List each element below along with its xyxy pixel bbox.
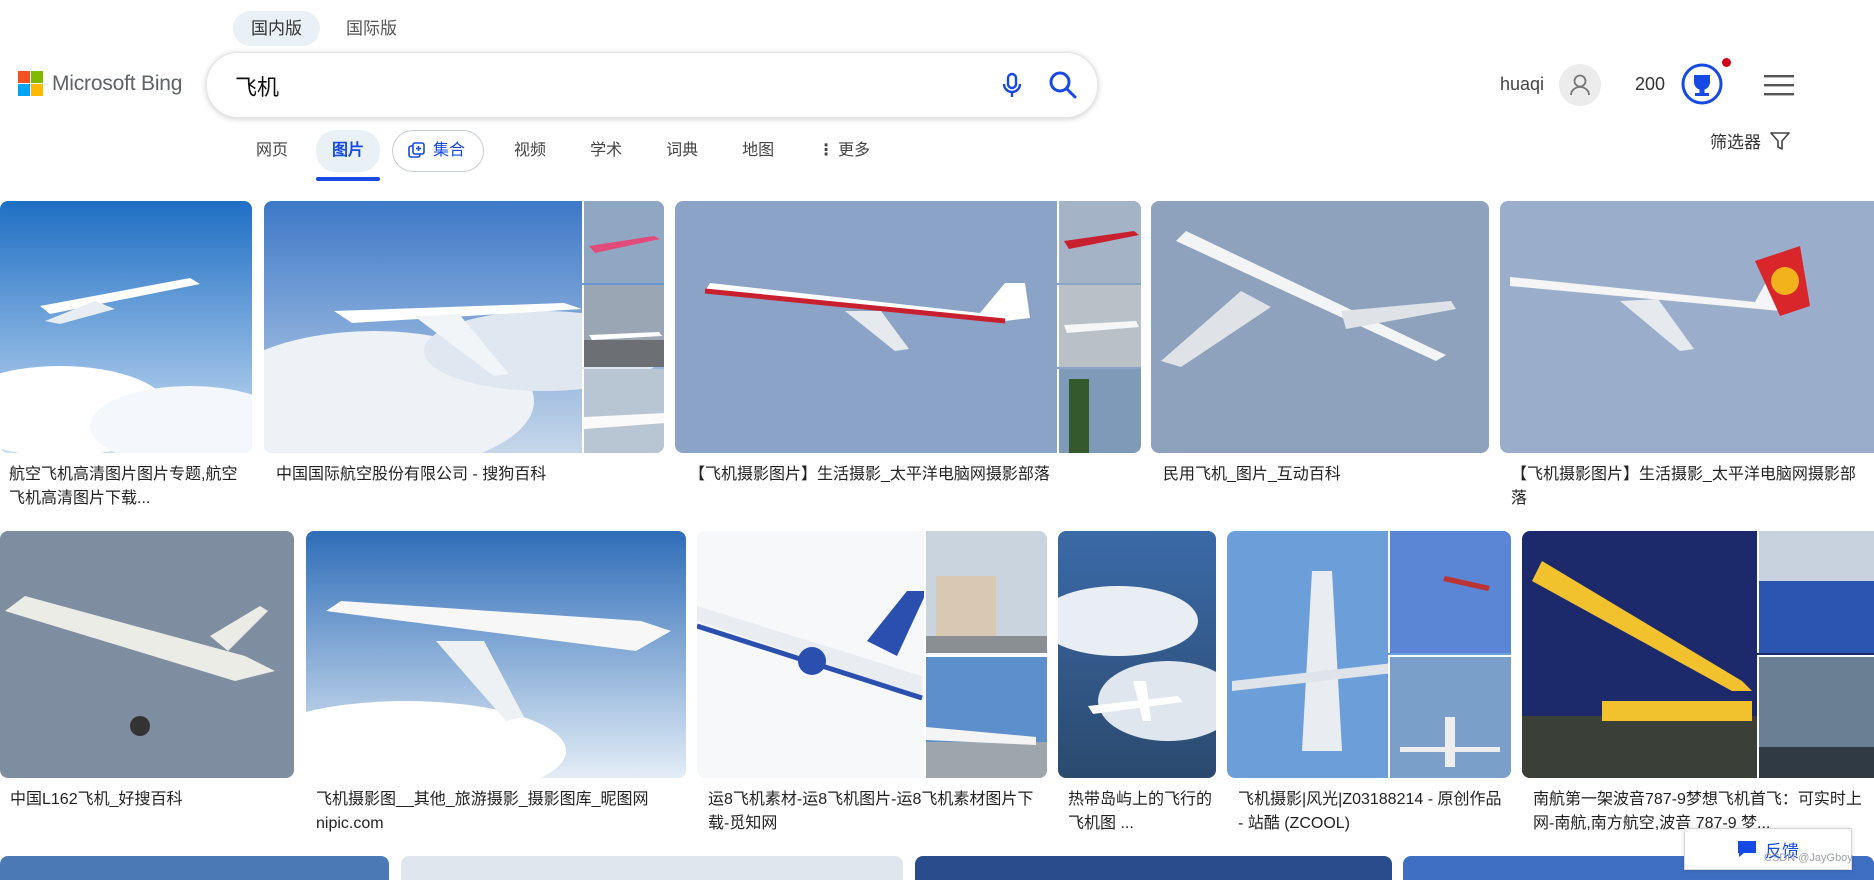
user-name[interactable]: huaqi: [1500, 74, 1544, 95]
search-vertical-nav: 网页 图片 集合 视频 学术 词典 地图 ⋮ 更多: [234, 130, 892, 181]
tab-more[interactable]: ⋮ 更多: [796, 130, 892, 172]
more-dots-icon: ⋮: [818, 142, 835, 159]
image-result[interactable]: 【飞机摄影图片】生活摄影_太平洋电脑网摄影部落: [675, 201, 1141, 491]
result-caption[interactable]: 飞机摄影图__其他_旅游摄影_摄影图库_昵图网nipic.com: [316, 788, 681, 836]
image-result[interactable]: 中国L162飞机_好搜百科: [0, 531, 294, 831]
search-box: [206, 52, 1098, 118]
result-caption[interactable]: 热带岛屿上的飞行的飞机图 ...: [1068, 788, 1214, 836]
image-result-partial[interactable]: [401, 856, 903, 880]
image-result[interactable]: 南航第一架波音787-9梦想飞机首飞：可实时上网-南航,南方航空,波音 787-…: [1522, 531, 1874, 841]
search-icon[interactable]: [1047, 69, 1079, 101]
image-result-partial[interactable]: [0, 856, 389, 880]
result-image[interactable]: [1500, 201, 1874, 453]
image-result[interactable]: 民用飞机_图片_互动百科: [1151, 201, 1489, 491]
notification-dot: [1722, 58, 1731, 67]
result-subimage: [1057, 369, 1141, 453]
result-image[interactable]: [1058, 531, 1216, 778]
result-subimage: [1057, 201, 1141, 283]
bing-logo[interactable]: Microsoft Bing: [18, 71, 182, 96]
result-image[interactable]: [306, 531, 686, 778]
result-subimage: [924, 531, 1047, 653]
result-subimage: [1388, 655, 1511, 778]
result-subimage: [924, 655, 1047, 778]
result-image[interactable]: [0, 201, 252, 453]
result-caption[interactable]: 【飞机摄影图片】生活摄影_太平洋电脑网摄影部落: [689, 463, 1129, 487]
region-tabs: 国内版 国际版: [233, 11, 415, 46]
tab-dictionary[interactable]: 词典: [644, 130, 720, 172]
image-result[interactable]: 【飞机摄影图片】生活摄影_太平洋电脑网摄影部落: [1500, 201, 1874, 511]
chat-bubble-icon: [1738, 841, 1756, 857]
tab-maps[interactable]: 地图: [720, 130, 796, 172]
search-input[interactable]: [233, 67, 957, 105]
tab-video[interactable]: 视频: [492, 130, 568, 172]
region-tab-domestic[interactable]: 国内版: [233, 11, 320, 46]
result-image[interactable]: [264, 201, 664, 453]
tab-academic[interactable]: 学术: [568, 130, 644, 172]
more-label: 更多: [838, 142, 871, 159]
avatar[interactable]: [1559, 64, 1601, 106]
result-subimage: [1757, 531, 1874, 653]
image-result-partial[interactable]: [915, 856, 1392, 880]
image-result[interactable]: 中国国际航空股份有限公司 - 搜狗百科: [264, 201, 664, 491]
image-result[interactable]: 航空飞机高清图片图片专题,航空飞机高清图片下载...: [0, 201, 252, 511]
result-subimage: [1757, 655, 1874, 778]
tab-web[interactable]: 网页: [234, 130, 310, 172]
logo-text: Microsoft Bing: [52, 71, 183, 95]
image-result[interactable]: 飞机摄影图__其他_旅游摄影_摄影图库_昵图网nipic.com: [306, 531, 686, 841]
region-tab-international[interactable]: 国际版: [328, 11, 415, 46]
result-caption[interactable]: 航空飞机高清图片图片专题,航空飞机高清图片下载...: [9, 463, 245, 511]
result-image[interactable]: [697, 531, 1047, 778]
result-caption[interactable]: 民用飞机_图片_互动百科: [1163, 463, 1483, 487]
funnel-icon: [1770, 131, 1790, 150]
hamburger-menu-icon[interactable]: [1764, 73, 1794, 97]
result-subimage: [1388, 531, 1511, 653]
user-icon: [1570, 74, 1590, 96]
microphone-icon[interactable]: [996, 69, 1028, 101]
result-subimage: [582, 285, 664, 367]
collections-label: 集合: [433, 142, 466, 159]
watermark-text: CSDN @JayGboy: [1764, 852, 1853, 864]
rewards-points[interactable]: 200: [1635, 74, 1665, 95]
filter-label: 筛选器: [1710, 133, 1761, 152]
result-caption[interactable]: 中国L162飞机_好搜百科: [10, 788, 290, 812]
tab-images[interactable]: 图片: [316, 130, 381, 181]
image-result[interactable]: 飞机摄影|风光|Z03188214 - 原创作品 - 站酷 (ZCOOL): [1227, 531, 1511, 841]
result-image[interactable]: [675, 201, 1141, 453]
microsoft-logo-icon: [18, 71, 43, 96]
image-result[interactable]: 热带岛屿上的飞行的飞机图 ...: [1058, 531, 1216, 841]
result-image[interactable]: [1522, 531, 1874, 778]
result-image[interactable]: [0, 531, 294, 778]
result-subimage: [1057, 285, 1141, 367]
result-caption[interactable]: 【飞机摄影图片】生活摄影_太平洋电脑网摄影部落: [1511, 463, 1871, 511]
result-caption[interactable]: 运8飞机素材-运8飞机图片-运8飞机素材图片下载-觅知网: [708, 788, 1043, 836]
result-subimage: [582, 369, 664, 453]
collections-icon: [408, 142, 425, 158]
filter-button[interactable]: 筛选器: [1710, 128, 1791, 153]
result-image[interactable]: [1151, 201, 1489, 453]
result-caption[interactable]: 飞机摄影|风光|Z03188214 - 原创作品 - 站酷 (ZCOOL): [1238, 788, 1508, 836]
result-caption[interactable]: 中国国际航空股份有限公司 - 搜狗百科: [276, 463, 656, 487]
result-subimage: [582, 201, 664, 283]
rewards-trophy-icon[interactable]: [1680, 62, 1724, 106]
image-result[interactable]: 运8飞机素材-运8飞机图片-运8飞机素材图片下载-觅知网: [697, 531, 1047, 841]
tab-collections[interactable]: 集合: [392, 130, 485, 172]
result-image[interactable]: [1227, 531, 1511, 778]
